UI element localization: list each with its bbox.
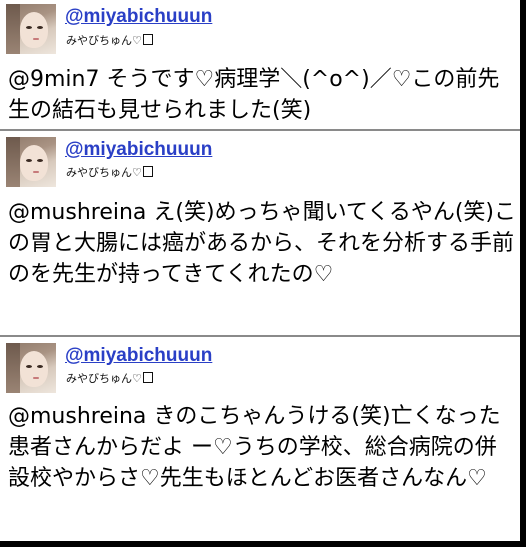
display-name: みやびちゅん♡ bbox=[66, 164, 153, 180]
user-handle-link[interactable]: @miyabichuuun bbox=[65, 345, 212, 367]
tweet-text: @mushreina きのこちゃんうける(笑)亡くなった患者さんからだよ ー♡う… bbox=[8, 404, 501, 491]
tweet-card: @miyabichuuun みやびちゅん♡ @9min7 そうです♡病理学＼(^… bbox=[0, 0, 520, 129]
avatar[interactable] bbox=[6, 4, 56, 54]
user-handle-link[interactable]: @miyabichuuun bbox=[65, 139, 212, 161]
avatar[interactable] bbox=[6, 137, 56, 187]
tweet-text: @9min7 そうです♡病理学＼(^o^)／♡この前先生の結石も見せられました(… bbox=[8, 67, 500, 123]
display-name: みやびちゅん♡ bbox=[66, 32, 153, 48]
missing-glyph-icon bbox=[142, 372, 153, 383]
user-handle-link[interactable]: @miyabichuuun bbox=[65, 6, 212, 28]
tweet-collage: @miyabichuuun みやびちゅん♡ @9min7 そうです♡病理学＼(^… bbox=[0, 0, 526, 547]
display-name-text: みやびちゅん♡ bbox=[66, 372, 142, 385]
avatar[interactable] bbox=[6, 343, 56, 393]
display-name-text: みやびちゅん♡ bbox=[66, 34, 142, 47]
missing-glyph-icon bbox=[142, 166, 153, 177]
display-name: みやびちゅん♡ bbox=[66, 370, 153, 386]
display-name-text: みやびちゅん♡ bbox=[66, 166, 142, 179]
tweet-text: @mushreina え(笑)めっちゃ聞いてくるやん(笑)この胃と大腸には癌があ… bbox=[8, 200, 516, 287]
missing-glyph-icon bbox=[142, 34, 153, 45]
tweet-card: @miyabichuuun みやびちゅん♡ @mushreina きのこちゃんう… bbox=[0, 337, 520, 541]
tweet-card: @miyabichuuun みやびちゅん♡ @mushreina え(笑)めっち… bbox=[0, 131, 520, 335]
